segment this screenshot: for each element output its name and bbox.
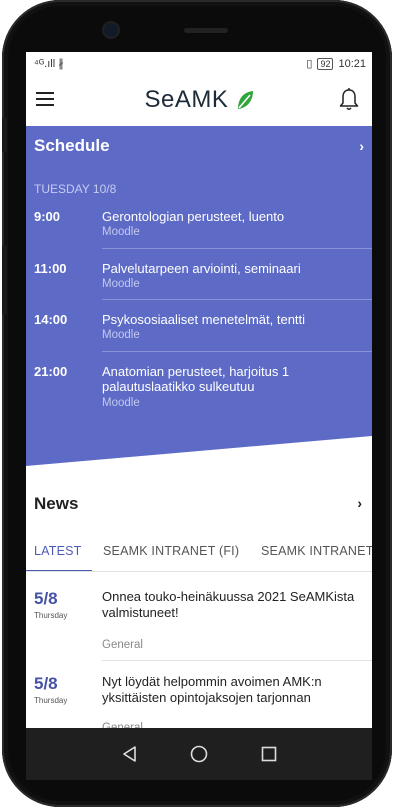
event-divider <box>102 299 372 300</box>
schedule-day-label: TUESDAY 10/8 <box>34 182 117 196</box>
event-divider <box>102 248 372 249</box>
tab-seamk-intranet-fi[interactable]: SEAMK INTRANET (FI) <box>103 544 239 558</box>
battery-indicator: 92 <box>317 57 334 70</box>
event-source: Moodle <box>102 397 140 409</box>
news-date: 5/8 <box>34 674 58 693</box>
leaf-logo-icon <box>237 91 253 109</box>
signal-indicator: ⁴ᴳ.ıll ∦ <box>34 58 64 70</box>
home-circle-icon[interactable] <box>189 744 209 764</box>
event-source: Moodle <box>102 329 140 341</box>
android-nav-bar <box>26 728 372 780</box>
news-date: 5/8 <box>34 589 58 608</box>
news-divider <box>102 660 372 661</box>
power-button <box>2 118 7 152</box>
schedule-background <box>26 126 372 466</box>
news-headline: Onnea touko-heinäkuussa 2021 SeAMKista v… <box>102 589 355 620</box>
phone-frame: ⁴ᴳ.ıll ∦ ▯ 92 10:21 SeAMK Schedule › TUE… <box>2 0 392 807</box>
event-title: Anatomian perusteet, harjoitus 1 palautu… <box>102 364 290 394</box>
status-right: ▯ 92 10:21 <box>306 57 366 70</box>
event-title: Psykososiaaliset menetelmät, tentti <box>102 312 306 327</box>
event-source: Moodle <box>102 278 140 290</box>
event-source: Moodle <box>102 226 140 238</box>
front-camera <box>104 23 118 37</box>
schedule-chevron-icon[interactable]: › <box>359 138 364 154</box>
news-item[interactable]: 5/8 Thursday Nyt löydät helpommin avoime… <box>26 674 372 734</box>
event-title: Gerontologian perusteet, luento <box>102 209 285 224</box>
back-triangle-icon[interactable] <box>120 744 140 764</box>
news-item[interactable]: 5/8 Thursday Onnea touko-heinäkuussa 202… <box>26 589 372 659</box>
event-title: Palvelutarpeen arviointi, seminaari <box>102 261 301 276</box>
earpiece <box>184 28 228 33</box>
news-category: General <box>102 639 143 651</box>
vibrate-icon: ▯ <box>306 58 313 70</box>
bell-icon[interactable] <box>338 87 360 111</box>
event-time: 9:00 <box>34 209 61 224</box>
status-bar: ⁴ᴳ.ıll ∦ ▯ 92 10:21 <box>26 52 372 74</box>
screen: ⁴ᴳ.ıll ∦ ▯ 92 10:21 SeAMK Schedule › TUE… <box>26 52 372 780</box>
news-chevron-icon[interactable]: › <box>357 495 362 511</box>
news-headline: Nyt löydät helpommin avoimen AMK:n yksit… <box>102 674 322 705</box>
tabs-divider <box>26 571 372 572</box>
app-logo: SeAMK <box>26 86 372 114</box>
schedule-card[interactable]: Schedule › TUESDAY 10/8 9:00 Gerontologi… <box>26 126 372 466</box>
event-time: 14:00 <box>34 312 68 327</box>
app-bar: SeAMK <box>26 74 372 126</box>
news-title[interactable]: News <box>34 494 78 514</box>
tab-seamk-intranet-en[interactable]: SEAMK INTRANET ( <box>261 544 372 558</box>
volume-button <box>2 245 7 315</box>
news-weekday: Thursday <box>34 696 68 705</box>
schedule-title[interactable]: Schedule <box>34 136 110 156</box>
news-tabs: LATEST SEAMK INTRANET (FI) SEAMK INTRANE… <box>26 536 372 572</box>
event-time: 11:00 <box>34 261 67 276</box>
logo-text: SeAMK <box>144 86 229 113</box>
event-divider <box>102 351 372 352</box>
recent-apps-square-icon[interactable] <box>259 744 279 764</box>
event-time: 21:00 <box>34 364 68 379</box>
tab-latest[interactable]: LATEST <box>34 544 82 558</box>
clock: 10:21 <box>338 57 366 70</box>
news-weekday: Thursday <box>34 611 68 620</box>
